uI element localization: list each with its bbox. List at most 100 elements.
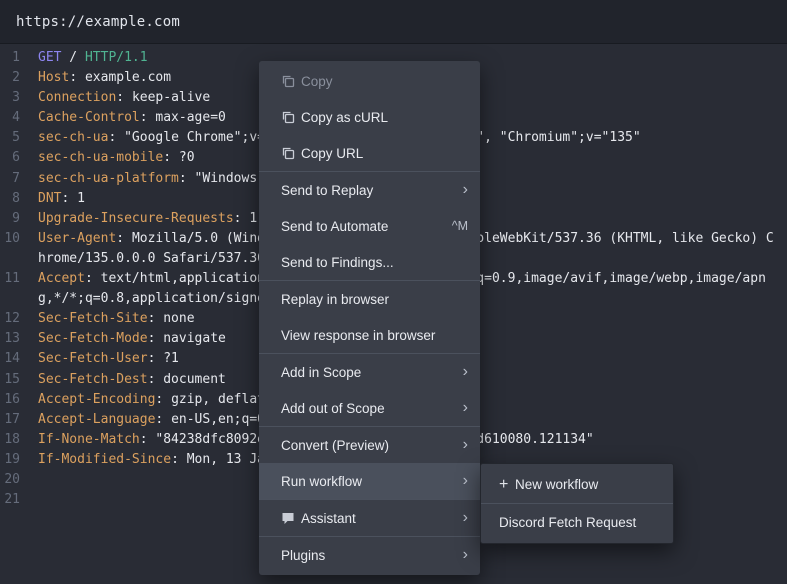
code-token: /: [61, 50, 85, 65]
menu-item-label: Replay in browser: [281, 291, 390, 307]
menu-item-assistant[interactable]: Assistant ›: [259, 500, 480, 536]
code-token: Accept: [38, 271, 85, 287]
code-token: HTTP/1.1: [84, 50, 148, 65]
code-token: :: [116, 230, 132, 246]
code-token: none: [163, 311, 195, 327]
menu-item-label: Add out of Scope: [281, 400, 385, 416]
code-text: DNT: 1: [38, 189, 85, 209]
menu-item-label: Discord Fetch Request: [499, 515, 637, 530]
code-token: hrome/135.0.0.0 Safari/537.36: [38, 250, 265, 266]
code-token: Upgrade-Insecure-Requests: [38, 210, 234, 226]
code-text: GET / HTTP/1.1: [38, 48, 148, 68]
menu-item-view-response-in-browser[interactable]: View response in browser: [259, 317, 480, 353]
code-token: Cache-Control: [38, 110, 140, 126]
code-token: :: [108, 130, 125, 146]
line-number: 12: [4, 311, 20, 327]
code-token: :: [69, 70, 85, 86]
line-number: 8: [12, 190, 20, 206]
code-token: 1: [77, 190, 85, 206]
code-token: User-Agent: [38, 230, 117, 246]
menu-item-label: Send to Replay: [281, 182, 374, 198]
chevron-right-icon: ›: [462, 546, 468, 563]
code-token: keep-alive: [131, 90, 211, 106]
line-number: 7: [12, 170, 20, 186]
menu-item-plugins[interactable]: Plugins ›: [259, 537, 480, 573]
code-text: Sec-Fetch-Site: none: [38, 309, 195, 329]
menu-item-send-to-findings[interactable]: Send to Findings...: [259, 244, 480, 280]
menu-item-label: Copy URL: [301, 145, 364, 161]
menu-item-run-workflow[interactable]: Run workflow ›: [259, 463, 480, 499]
menu-item-label: View response in browser: [281, 327, 436, 343]
copy-icon: [281, 74, 301, 88]
code-text: Sec-Fetch-Mode: navigate: [38, 329, 226, 349]
code-token: sec-ch-ua: [38, 130, 109, 146]
shortcut-hint: ^M: [451, 219, 468, 233]
line-number: 14: [4, 351, 20, 367]
code-token: Accept-Language: [38, 411, 156, 427]
code-token: :: [139, 110, 156, 126]
chevron-right-icon: ›: [462, 181, 468, 198]
code-token: navigate: [163, 331, 226, 347]
code-token: Accept-Encoding: [38, 391, 156, 407]
code-token: If-None-Match: [38, 431, 140, 447]
code-token: Sec-Fetch-User: [38, 351, 148, 367]
menu-item-label: Plugins: [281, 547, 326, 563]
code-text: Cache-Control: max-age=0: [38, 108, 226, 128]
code-token: :: [155, 391, 172, 407]
copy-icon: [281, 110, 301, 124]
menu-item-label: Add in Scope: [281, 364, 362, 380]
menu-item-convert-preview[interactable]: Convert (Preview) ›: [259, 427, 480, 463]
code-token: :: [155, 411, 172, 427]
code-text: sec-ch-ua-mobile: ?0: [38, 148, 195, 168]
menu-item-label: Copy as cURL: [301, 109, 389, 125]
line-number: [0, 249, 30, 269]
code-text: Upgrade-Insecure-Requests: 1: [38, 209, 257, 229]
line-number: 16: [4, 391, 20, 407]
menu-item-discord-fetch-request[interactable]: Discord Fetch Request: [481, 504, 673, 541]
code-text: Accept-Language: en-US,en;q=0.9: [38, 410, 281, 430]
code-token: document: [163, 371, 226, 387]
code-token: :: [147, 331, 164, 347]
chat-icon: [281, 511, 301, 525]
line-number: 15: [4, 371, 20, 387]
code-text: hrome/135.0.0.0 Safari/537.36: [38, 249, 265, 269]
menu-item-send-to-automate[interactable]: Send to Automate ^M: [259, 208, 480, 244]
menu-item-add-in-scope[interactable]: Add in Scope ›: [259, 354, 480, 390]
code-token: :: [84, 271, 101, 287]
menu-item-copy[interactable]: Copy: [259, 63, 480, 99]
url-bar[interactable]: https://example.com: [0, 0, 787, 44]
menu-item-replay-in-browser[interactable]: Replay in browser: [259, 281, 480, 317]
menu-item-copy-url[interactable]: Copy URL: [259, 135, 480, 171]
code-token: :: [116, 90, 132, 106]
chevron-right-icon: ›: [462, 399, 468, 416]
code-token: :: [178, 170, 195, 186]
context-menu: Copy Copy as cURL Copy URL Send to Repla…: [259, 61, 480, 575]
menu-item-label: Send to Automate: [281, 218, 389, 234]
line-number: 17: [4, 411, 20, 427]
line-number: 5: [12, 130, 20, 146]
menu-item-label: New workflow: [515, 477, 599, 492]
code-token: :: [233, 210, 250, 226]
line-number: 11: [4, 271, 20, 287]
menu-item-copy-as-curl[interactable]: Copy as cURL: [259, 99, 480, 135]
code-token: Sec-Fetch-Dest: [38, 371, 148, 387]
code-token: If-Modified-Since: [38, 451, 172, 467]
code-token: "Windows": [194, 170, 265, 186]
line-number: 1: [12, 50, 20, 65]
code-token: sec-ch-ua-mobile: [38, 150, 164, 166]
menu-item-new-workflow[interactable]: + New workflow: [481, 466, 673, 503]
copy-icon: [281, 146, 301, 160]
code-token: example.com: [84, 70, 172, 86]
url-text: https://example.com: [16, 13, 180, 30]
chevron-right-icon: ›: [462, 436, 468, 453]
menu-item-add-out-of-scope[interactable]: Add out of Scope ›: [259, 390, 480, 426]
code-token: :: [147, 351, 164, 367]
menu-item-label: Copy: [301, 73, 333, 89]
line-number: 6: [12, 150, 20, 166]
code-token: Host: [38, 70, 70, 86]
line-number: 21: [4, 492, 20, 508]
menu-item-send-to-replay[interactable]: Send to Replay ›: [259, 172, 480, 208]
code-text: Sec-Fetch-User: ?1: [38, 349, 179, 369]
code-text: Connection: keep-alive: [38, 88, 210, 108]
plus-icon: +: [499, 475, 509, 493]
